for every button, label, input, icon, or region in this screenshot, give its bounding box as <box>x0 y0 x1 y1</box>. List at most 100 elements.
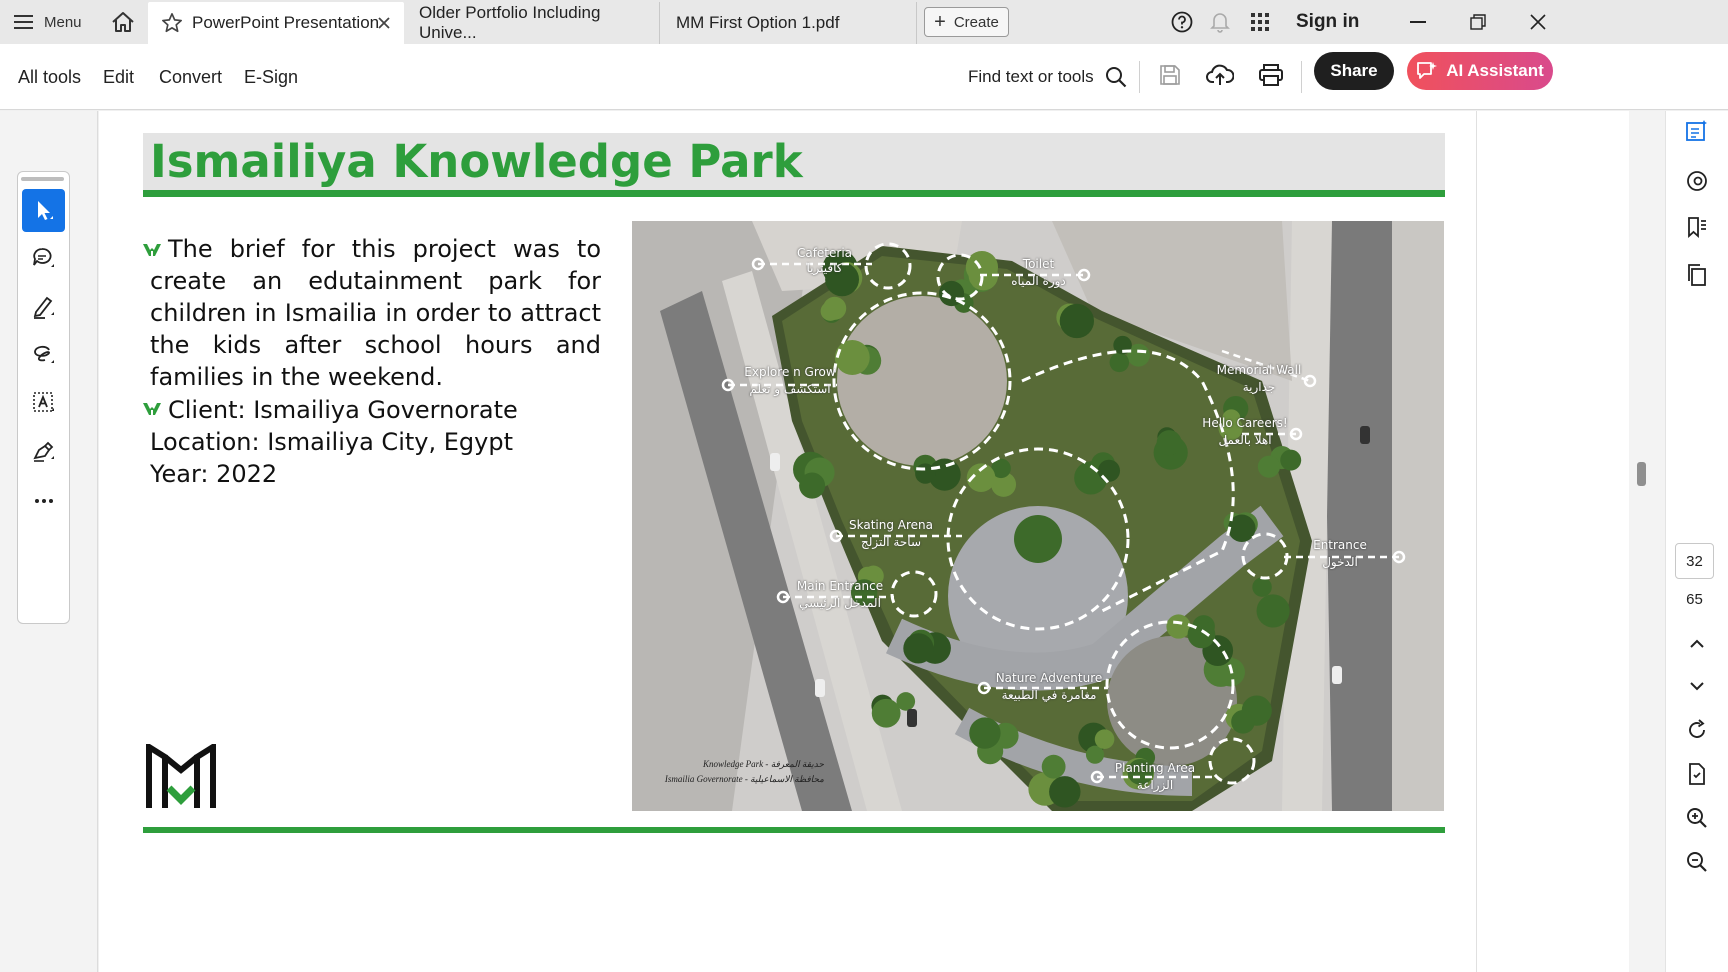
sign-in-button[interactable]: Sign in <box>1296 8 1359 36</box>
map-label-toilet: Toilet دورة المياه <box>1011 257 1066 288</box>
menu-convert[interactable]: Convert <box>159 44 222 110</box>
lasso-icon <box>33 345 54 363</box>
tab-powerpoint-presentation[interactable]: PowerPoint Presentation <box>148 2 404 44</box>
map-caption: Knowledge Park - حديقة المعرفة Ismailia G… <box>664 759 824 784</box>
panel-drag-handle[interactable] <box>21 177 64 181</box>
apps-button[interactable] <box>1249 11 1271 33</box>
chevron-up-icon <box>1690 639 1704 648</box>
toolbar: All tools Edit Convert E-Sign Find text … <box>0 44 1728 110</box>
draw-tool[interactable] <box>22 333 65 376</box>
edit-pdf-button[interactable] <box>1682 116 1712 146</box>
map-label-hello-careers: Hello Careers! اهلا بالعمل <box>1202 416 1288 447</box>
mm-logo <box>145 744 217 810</box>
more-icon <box>34 498 53 503</box>
page-thumbnail-button[interactable] <box>1682 759 1712 789</box>
help-button[interactable] <box>1170 10 1194 34</box>
document-icon <box>1689 763 1705 785</box>
ai-assistant-icon <box>1417 62 1438 79</box>
share-label: Share <box>1330 61 1378 80</box>
close-window-button[interactable] <box>1524 10 1552 34</box>
site-plan-image: Cafeteria كافيتريا Toilet دورة المياه Expl… <box>632 221 1444 811</box>
map-label-entrance: Entrance الدخول <box>1313 538 1367 569</box>
map-label-cafeteria: Cafeteria كافيتريا <box>796 246 853 275</box>
menu-label: Menu <box>44 13 82 31</box>
select-tool[interactable] <box>22 189 65 232</box>
more-tools-button[interactable] <box>22 479 65 522</box>
map-label-explore-n-grow: Explore n Grow استكشف و تعلم <box>744 365 836 396</box>
comment-icon <box>32 247 54 267</box>
menu-e-sign[interactable]: E-Sign <box>244 44 298 110</box>
create-label: Create <box>953 13 999 31</box>
sign-tool[interactable] <box>22 429 65 472</box>
fountain-pen-icon <box>32 441 54 462</box>
ai-assistant-label: AI Assistant <box>1446 61 1544 80</box>
create-button[interactable]: + Create <box>924 7 1009 37</box>
total-pages: 65 <box>1686 591 1703 608</box>
project-brief: The brief for this project was to create… <box>150 235 601 391</box>
help-icon <box>1171 11 1193 33</box>
chevron-down-icon <box>1690 682 1704 691</box>
menu-edit[interactable]: Edit <box>103 44 134 110</box>
tab-mm-first-option[interactable]: MM First Option 1.pdf <box>661 2 917 44</box>
comments-button[interactable] <box>1682 166 1712 196</box>
location-line: Location: Ismailiya City, Egypt <box>150 428 513 456</box>
text-box-tool[interactable] <box>22 381 65 424</box>
zoom-in-icon <box>1687 808 1707 828</box>
sign-in-label: Sign in <box>1296 11 1360 32</box>
pages-icon <box>1688 264 1706 286</box>
add-comment-tool[interactable] <box>22 237 65 280</box>
pages-button[interactable] <box>1682 260 1712 290</box>
menu-button[interactable]: Menu <box>14 8 82 36</box>
map-label-planting-area: Planting Area الزراعة <box>1114 761 1196 792</box>
scrollbar-thumb[interactable] <box>1637 462 1646 486</box>
bookmark-icon <box>1688 217 1706 239</box>
apps-grid-icon <box>1251 13 1269 31</box>
highlight-tool[interactable] <box>22 285 65 328</box>
tab-label: PowerPoint Presentation <box>192 13 380 32</box>
bottom-rule <box>143 827 1445 833</box>
tab-bar: Menu PowerPoint Presentation Older Portf… <box>0 0 1728 44</box>
at-comment-icon <box>1687 171 1707 191</box>
map-label-main-entrance: Main Entrance المدخل الرئيسي <box>796 579 884 610</box>
search-icon <box>1105 67 1126 88</box>
bell-icon <box>1210 13 1230 33</box>
restore-button[interactable] <box>1464 10 1492 34</box>
minimize-icon <box>1410 21 1426 23</box>
star-icon <box>162 13 182 33</box>
close-tab-icon[interactable] <box>378 17 390 29</box>
toolbar-divider <box>1139 61 1140 93</box>
page-edge <box>1476 111 1477 972</box>
home-button[interactable] <box>109 8 137 36</box>
tab-older-portfolio[interactable]: Older Portfolio Including Unive... <box>404 2 660 44</box>
cursor-icon <box>37 200 53 220</box>
bookmarks-button[interactable] <box>1682 212 1712 242</box>
close-icon <box>1530 14 1546 30</box>
edit-pdf-icon <box>1686 120 1707 141</box>
share-button[interactable]: Share <box>1314 52 1394 90</box>
minimize-button[interactable] <box>1404 10 1432 34</box>
vertical-scrollbar[interactable] <box>1629 111 1665 972</box>
save-button[interactable] <box>1157 60 1183 90</box>
rotate-icon <box>1689 719 1705 738</box>
menu-all-tools[interactable]: All tools <box>18 44 81 110</box>
toolbar-divider <box>1301 61 1302 93</box>
zoom-out-button[interactable] <box>1682 847 1712 877</box>
home-icon <box>112 12 134 32</box>
find-text-or-tools[interactable]: Find text or tools <box>968 44 1127 110</box>
next-page-button[interactable] <box>1682 671 1712 701</box>
current-page-box[interactable]: 32 <box>1675 543 1714 579</box>
title-underline <box>143 190 1445 197</box>
tab-label: MM First Option 1.pdf <box>676 13 840 32</box>
upload-button[interactable] <box>1205 60 1235 90</box>
right-rail: 32 65 <box>1665 111 1728 972</box>
ai-assistant-button[interactable]: AI Assistant <box>1407 52 1553 90</box>
previous-page-button[interactable] <box>1682 629 1712 659</box>
notifications-button[interactable] <box>1208 10 1232 34</box>
rotate-button[interactable] <box>1682 715 1712 745</box>
zoom-in-button[interactable] <box>1682 803 1712 833</box>
save-icon <box>1160 65 1180 85</box>
page-title: Ismailiya Knowledge Park <box>150 135 803 188</box>
zoom-out-icon <box>1687 852 1707 872</box>
map-label-skating-arena: Skating Arena ساحة التزلج <box>848 518 933 549</box>
print-button[interactable] <box>1256 60 1286 90</box>
